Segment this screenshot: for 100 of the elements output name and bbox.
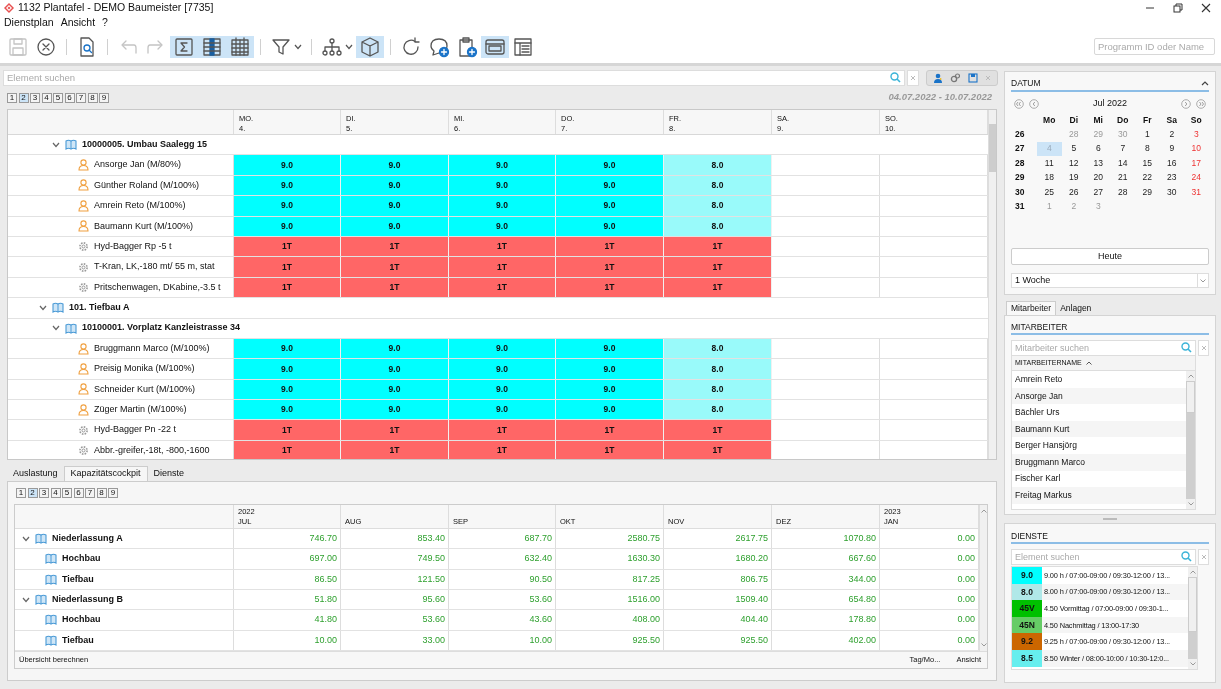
calendar-day[interactable]: 15 [1135,156,1160,171]
scrollbar[interactable] [988,110,996,459]
shift-cell[interactable]: 9.0 [449,379,556,400]
calendar-day[interactable]: 2 [1159,127,1184,142]
shift-cell[interactable]: 9.0 [234,338,341,359]
shift-cell[interactable]: 9.0 [449,155,556,175]
calendar-day[interactable]: 6 [1086,141,1111,156]
calendar-day[interactable]: 30 [1159,185,1184,200]
calendar-day[interactable]: 11 [1037,156,1062,171]
shift-cell[interactable]: 9.0 [449,359,556,379]
today-button[interactable]: Heute [1011,248,1209,265]
level-button[interactable]: 8 [96,488,107,498]
shift-cell[interactable]: 1T [449,277,556,298]
level-button[interactable]: 6 [64,92,75,103]
shift-cell[interactable]: 9.0 [449,400,556,420]
menu-item[interactable]: Dienstplan [4,15,54,31]
shift-cell[interactable]: 9.0 [234,196,341,216]
level-button[interactable]: 5 [53,92,63,103]
shift-cell[interactable]: 9.0 [234,175,341,196]
calendar-day[interactable]: 10 [1184,141,1209,156]
level-button[interactable]: 9 [108,488,118,498]
calendar-day[interactable]: 1 [1135,127,1160,142]
shift-cell[interactable]: 9.0 [556,216,664,236]
shift-cell[interactable]: 1T [234,236,341,257]
calendar-day[interactable]: 18 [1037,170,1062,185]
shift-cell[interactable]: 9.0 [556,359,664,379]
service-search-field[interactable]: Element suchen [1011,549,1196,565]
calendar-day[interactable]: 23 [1159,170,1184,185]
level-button[interactable]: 5 [62,488,72,498]
calendar-day[interactable]: 28 [1110,185,1135,200]
shift-cell[interactable]: 8.0 [664,196,772,216]
cube-button[interactable] [356,35,384,58]
calendar-day[interactable]: 27 [1086,185,1111,200]
tab[interactable]: Kapazitätscockpit [63,466,148,481]
calendar-day[interactable]: 22 [1135,170,1160,185]
calendar-day[interactable]: 21 [1110,170,1135,185]
shift-cell[interactable]: 9.0 [341,216,449,236]
range-dropdown[interactable]: 1 Woche [1011,273,1209,288]
window-button[interactable] [481,35,509,58]
level-button[interactable]: 1 [16,488,26,498]
calendar-day[interactable]: 29 [1135,185,1160,200]
level-button[interactable]: 2 [27,488,38,498]
shift-cell[interactable]: 1T [449,257,556,277]
shift-cell[interactable]: 1T [556,257,664,277]
employee-search-field[interactable]: Mitarbeiter suchen [1011,340,1196,356]
shift-cell[interactable]: 8.0 [664,338,772,359]
shift-cell[interactable]: 9.0 [234,400,341,420]
shift-cell[interactable]: 1T [341,277,449,298]
shift-cell[interactable]: 8.0 [664,400,772,420]
shift-cell[interactable]: 9.0 [341,155,449,175]
shift-cell[interactable]: 9.0 [341,379,449,400]
level-button[interactable]: 9 [99,92,109,103]
program-search-field[interactable]: Programm ID oder Name [1094,38,1215,55]
calendar-day[interactable]: 26 [1061,185,1086,200]
calendar-day[interactable]: 3 [1184,127,1209,142]
menu-item[interactable]: ? [102,15,108,31]
level-button[interactable]: 1 [7,92,17,103]
level-button[interactable]: 7 [76,92,86,103]
shift-cell[interactable]: 1T [449,236,556,257]
shift-cell[interactable]: 1T [664,236,772,257]
shift-cell[interactable]: 1T [341,257,449,277]
scrollbar[interactable] [1186,371,1195,509]
shift-cell[interactable]: 8.0 [664,155,772,175]
shift-cell[interactable]: 9.0 [556,338,664,359]
calendar-day[interactable]: 24 [1184,170,1209,185]
calendar-day[interactable]: 16 [1159,156,1184,171]
shift-cell[interactable]: 9.0 [556,379,664,400]
shift-cell[interactable]: 1T [664,257,772,277]
calendar-day[interactable]: 9 [1159,141,1184,156]
calendar-day[interactable]: 12 [1061,156,1086,171]
shift-cell[interactable]: 1T [234,257,341,277]
shift-cell[interactable]: 9.0 [234,155,341,175]
shift-cell[interactable]: 8.0 [664,359,772,379]
level-button[interactable]: 4 [41,92,52,103]
shift-cell[interactable]: 8.0 [664,379,772,400]
calendar-day[interactable]: 25 [1037,185,1062,200]
calendar-day[interactable]: 31 [1184,185,1209,200]
shift-cell[interactable]: 9.0 [556,196,664,216]
shift-cell[interactable]: 9.0 [341,196,449,216]
calendar-button[interactable] [226,35,254,58]
shift-cell[interactable]: 9.0 [449,196,556,216]
shift-cell[interactable]: 9.0 [234,359,341,379]
sum-button[interactable] [170,35,198,58]
shift-cell[interactable]: 8.0 [664,175,772,196]
shift-cell[interactable]: 1T [234,420,341,440]
shift-cell[interactable]: 1T [556,277,664,298]
shift-cell[interactable]: 9.0 [341,175,449,196]
scrollbar-thumb[interactable] [1186,381,1195,413]
calendar-day[interactable]: 8 [1135,141,1160,156]
shift-cell[interactable]: 9.0 [341,359,449,379]
shift-cell[interactable]: 9.0 [234,379,341,400]
level-button[interactable]: 2 [18,92,29,103]
tab[interactable]: Dienste [147,466,191,481]
level-button[interactable]: 4 [50,488,61,498]
calendar-day[interactable]: 17 [1184,156,1209,171]
shift-cell[interactable]: 1T [234,277,341,298]
level-button[interactable]: 8 [87,92,98,103]
shift-cell[interactable]: 1T [341,420,449,440]
shift-cell[interactable]: 9.0 [556,400,664,420]
shift-cell[interactable]: 8.0 [664,216,772,236]
